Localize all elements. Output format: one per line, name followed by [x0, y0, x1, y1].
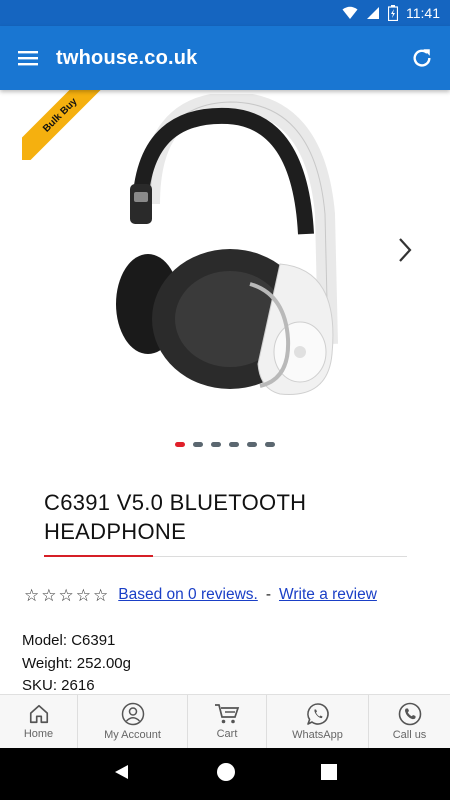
nav-my-account[interactable]: My Account [78, 695, 188, 748]
refresh-icon[interactable] [394, 26, 450, 90]
nav-cart-label: Cart [216, 728, 238, 740]
gallery-dot[interactable] [211, 442, 221, 447]
nav-call-label: Call us [392, 729, 427, 741]
user-account-icon [121, 702, 144, 726]
spec-model: Model: C6391 [22, 632, 116, 649]
home-circle-icon[interactable] [216, 762, 236, 787]
home-icon [29, 704, 48, 724]
empty-star-icon: ☆ [93, 585, 109, 605]
empty-star-icon: ☆ [58, 585, 74, 605]
phone-icon [398, 702, 421, 726]
battery-icon [388, 5, 398, 21]
android-navigation-bar [0, 748, 450, 800]
ribbon-label: Bulk Buy [22, 90, 102, 160]
gallery-dot[interactable] [247, 442, 257, 447]
gallery-pagination [0, 442, 450, 447]
product-specs: Model: C6391 Weight: 252.00g SKU: 2616 [22, 630, 131, 694]
product-title-block: C6391 V5.0 BLUETOOTH HEADPHONE [44, 488, 410, 557]
status-time: 11:41 [406, 5, 440, 21]
empty-star-icon: ☆ [24, 585, 40, 605]
gallery-dot[interactable] [175, 442, 185, 447]
product-title: C6391 V5.0 BLUETOOTH HEADPHONE [44, 488, 410, 546]
next-image-chevron-icon[interactable] [390, 235, 420, 265]
spec-sku: SKU: 2616 [22, 677, 95, 694]
headphone-product-image [116, 94, 338, 395]
empty-star-icon: ☆ [75, 585, 91, 605]
spec-weight: Weight: 252.00g [22, 654, 131, 672]
cart-icon [215, 704, 240, 724]
bulk-buy-ribbon: Bulk Buy [22, 90, 102, 160]
gallery-dot[interactable] [265, 442, 275, 447]
nav-home-label: Home [23, 728, 54, 740]
bottom-navigation: Home My Account Cart WhatsApp Call us [0, 694, 450, 748]
hamburger-menu-icon[interactable] [0, 26, 56, 90]
nav-cart[interactable]: Cart [188, 695, 267, 748]
app-bar: twhouse.co.uk [0, 26, 450, 90]
product-title-line: C6391 V5.0 BLUETOOTH [44, 490, 307, 515]
nav-whatsapp[interactable]: WhatsApp [267, 695, 369, 748]
title-divider-accent [44, 555, 153, 557]
nav-account-label: My Account [104, 729, 161, 741]
status-bar: 11:41 [0, 0, 450, 26]
product-gallery[interactable]: Bulk Buy [0, 90, 450, 430]
product-title-line: HEADPHONE [44, 519, 187, 544]
nav-whatsapp-label: WhatsApp [292, 729, 343, 741]
rating-row: ☆ ☆ ☆ ☆ ☆ Based on 0 reviews. - Write a … [24, 586, 377, 604]
whatsapp-icon [306, 703, 329, 725]
rating-separator: - [265, 586, 271, 603]
title-divider [44, 555, 407, 557]
back-icon[interactable] [113, 763, 131, 786]
write-review-link[interactable]: Write a review [279, 586, 377, 604]
nav-call-us[interactable]: Call us [369, 695, 450, 748]
reviews-link[interactable]: Based on 0 reviews. [118, 586, 258, 604]
page-content: Bulk Buy C6391 V5.0 BLUETOOTH HEADPHONE … [0, 90, 450, 694]
signal-icon [366, 6, 380, 20]
app-title: twhouse.co.uk [56, 46, 198, 69]
empty-star-icon: ☆ [41, 585, 57, 605]
rating-stars: ☆ ☆ ☆ ☆ ☆ [24, 587, 108, 604]
nav-home[interactable]: Home [0, 695, 78, 748]
gallery-dot[interactable] [193, 442, 203, 447]
wifi-icon [342, 6, 358, 20]
recents-icon[interactable] [321, 763, 338, 785]
gallery-dot[interactable] [229, 442, 239, 447]
